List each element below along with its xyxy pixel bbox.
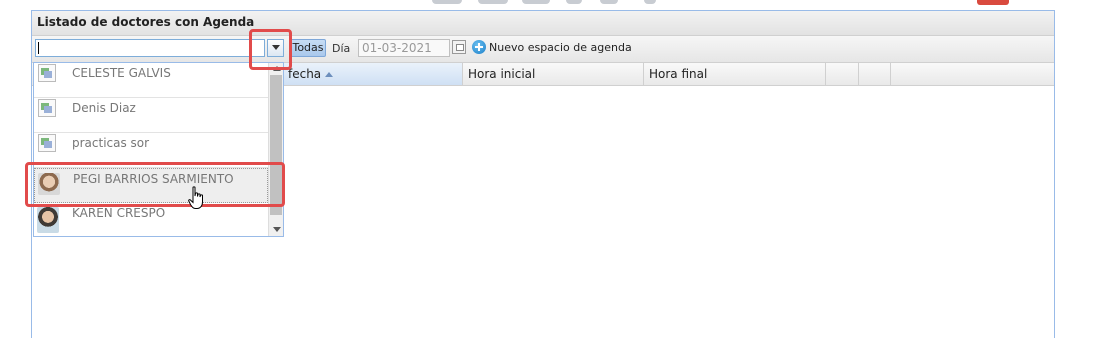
calendar-icon[interactable] (452, 40, 466, 54)
doctor-name: KAREN CRESPO (72, 206, 166, 220)
doctor-name: practicas sor (72, 136, 150, 150)
column-header-label: fecha (288, 67, 322, 81)
toolbar-icon[interactable] (432, 0, 462, 4)
toolbar-icon[interactable] (644, 0, 656, 4)
hand-cursor-icon (188, 186, 203, 209)
column-header-extra[interactable] (859, 63, 891, 85)
panel-header: Listado de doctores con Agenda (32, 11, 1054, 36)
doctor-name: Denis Diaz (72, 101, 136, 115)
text-caret (38, 42, 39, 54)
column-header-label: Hora inicial (468, 67, 536, 81)
dropdown-scrollbar[interactable] (268, 63, 283, 236)
add-icon (472, 40, 486, 54)
list-item[interactable]: Denis Diaz (34, 98, 268, 133)
top-toolbar-strip (0, 0, 1119, 8)
column-header-fecha[interactable]: fecha (283, 63, 463, 85)
column-header-label: Hora final (649, 67, 708, 81)
sort-asc-icon (325, 72, 334, 77)
panel-title: Listado de doctores con Agenda (37, 15, 255, 29)
highlight-box (25, 162, 285, 207)
avatar (37, 207, 59, 233)
list-item[interactable]: CELESTE GALVIS (34, 63, 268, 98)
doctor-combo-input[interactable] (35, 39, 265, 57)
doctor-name: CELESTE GALVIS (72, 66, 171, 80)
date-field[interactable]: 01-03-2021 (358, 39, 450, 57)
toolbar-icon[interactable] (522, 0, 550, 4)
doctor-dropdown-list[interactable]: CELESTE GALVIS Denis Diaz practicas sor … (33, 62, 284, 237)
broken-image-icon (38, 64, 56, 82)
broken-image-icon (38, 99, 56, 117)
toolbar-icon[interactable] (566, 0, 582, 4)
column-header-extra[interactable] (826, 63, 859, 85)
column-header-hora-final[interactable]: Hora final (644, 63, 826, 85)
list-item[interactable]: KAREN CRESPO (34, 203, 268, 236)
column-header-hora-inicial[interactable]: Hora inicial (463, 63, 644, 85)
new-schedule-label: Nuevo espacio de agenda (489, 41, 632, 54)
close-button[interactable] (977, 0, 1009, 5)
dia-label: Día (332, 42, 351, 55)
toolbar-icon[interactable] (478, 0, 508, 4)
panel-toolbar: Todas Día 01-03-2021 Nuevo espacio de ag… (32, 36, 1054, 63)
broken-image-icon (38, 134, 56, 152)
highlight-box (249, 29, 292, 70)
scroll-down-icon[interactable] (273, 227, 281, 232)
toolbar-icon[interactable] (600, 0, 618, 4)
todas-button[interactable]: Todas (290, 39, 326, 57)
